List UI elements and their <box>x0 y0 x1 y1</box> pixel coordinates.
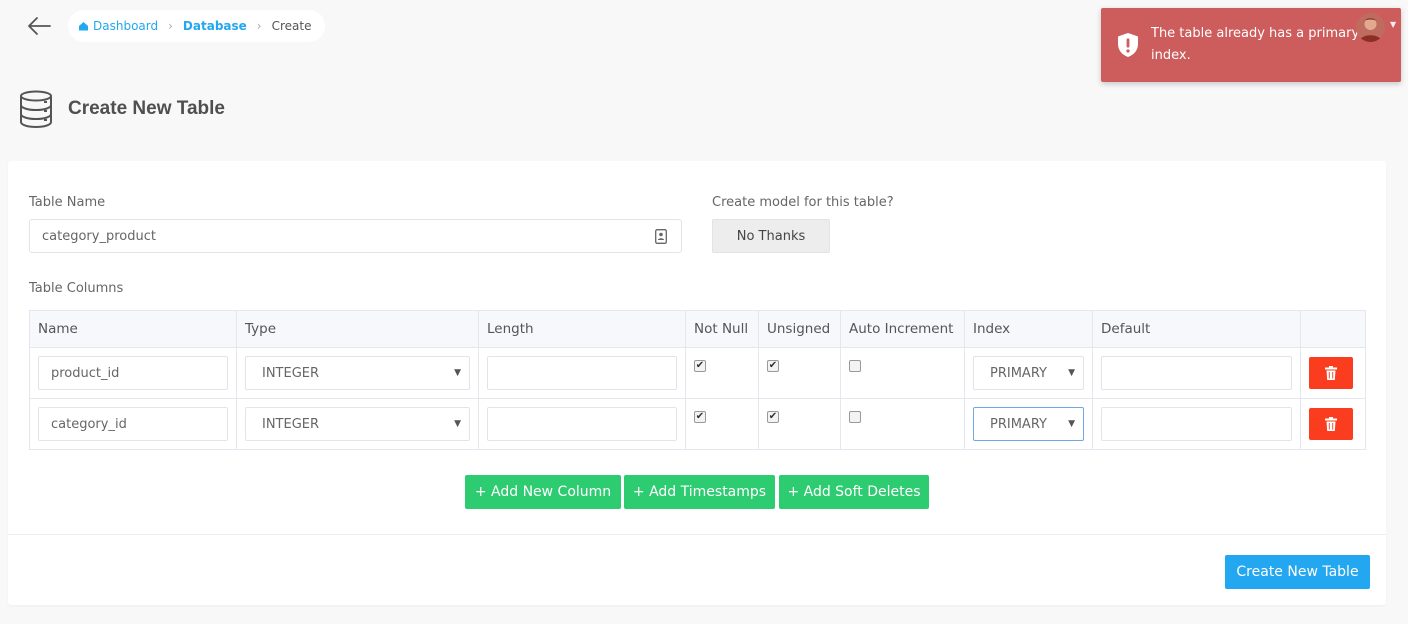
header-name: Name <box>29 310 237 348</box>
header-actions <box>1300 310 1366 348</box>
column-name-input[interactable]: product_id <box>38 356 228 390</box>
table-name-value: category_product <box>42 228 156 244</box>
column-type-select[interactable]: INTEGER ▼ <box>245 407 470 441</box>
table-row: category_id INTEGER ▼ ✔ ✔ PRIMARY ▼ <box>29 398 1366 450</box>
trash-icon <box>1325 366 1337 380</box>
header-not-null: Not Null <box>685 310 759 348</box>
caret-down-icon: ▼ <box>1068 419 1075 429</box>
caret-down-icon: ▼ <box>454 419 461 429</box>
add-new-column-button[interactable]: + Add New Column <box>465 475 621 509</box>
column-type-value: INTEGER <box>262 416 320 432</box>
database-icon <box>20 90 52 128</box>
header-auto-increment: Auto Increment <box>840 310 965 348</box>
add-timestamps-button[interactable]: + Add Timestamps <box>624 475 775 509</box>
dashboard-icon <box>79 22 88 31</box>
toast-message: The table already has a primary index. <box>1151 26 1360 63</box>
column-name-value: category_id <box>51 416 127 432</box>
columns-table-header: Name Type Length Not Null Unsigned Auto … <box>29 310 1366 348</box>
column-index-select[interactable]: PRIMARY ▼ <box>973 356 1084 390</box>
table-name-input[interactable]: category_product <box>29 219 682 253</box>
breadcrumb-dashboard-link[interactable]: Dashboard <box>78 19 158 33</box>
caret-down-icon: ▼ <box>1068 368 1075 378</box>
create-new-table-button[interactable]: Create New Table <box>1225 555 1370 589</box>
breadcrumb-current: Create <box>271 19 312 33</box>
column-default-input[interactable] <box>1101 356 1292 390</box>
columns-table: Name Type Length Not Null Unsigned Auto … <box>29 310 1366 450</box>
column-default-input[interactable] <box>1101 407 1292 441</box>
column-type-value: INTEGER <box>262 365 320 381</box>
back-arrow-icon[interactable] <box>26 14 52 38</box>
column-name-input[interactable]: category_id <box>38 407 228 441</box>
user-avatar[interactable] <box>1356 13 1385 42</box>
create-model-label: Create model for this table? <box>712 195 894 210</box>
add-soft-deletes-button[interactable]: + Add Soft Deletes <box>779 475 929 509</box>
header-length: Length <box>478 310 686 348</box>
shield-alert-icon <box>1118 33 1138 57</box>
unsigned-checkbox[interactable]: ✔ <box>767 411 779 423</box>
auto-increment-checkbox[interactable] <box>849 360 861 372</box>
breadcrumb-separator-icon: › <box>168 19 173 33</box>
panel-divider <box>8 534 1386 535</box>
unsigned-checkbox[interactable]: ✔ <box>767 360 779 372</box>
column-type-select[interactable]: INTEGER ▼ <box>245 356 470 390</box>
trash-icon <box>1325 417 1337 431</box>
not-null-checkbox[interactable]: ✔ <box>694 360 706 372</box>
breadcrumb-dashboard-label: Dashboard <box>93 19 159 33</box>
page-title: Create New Table <box>68 98 225 119</box>
column-length-input[interactable] <box>487 407 677 441</box>
header-index: Index <box>964 310 1093 348</box>
header-type: Type <box>236 310 479 348</box>
column-length-input[interactable] <box>487 356 677 390</box>
delete-column-button[interactable] <box>1309 357 1353 389</box>
delete-column-button[interactable] <box>1309 408 1353 440</box>
header-default: Default <box>1092 310 1301 348</box>
table-columns-label: Table Columns <box>29 281 124 296</box>
auto-increment-checkbox[interactable] <box>849 411 861 423</box>
caret-down-icon: ▼ <box>454 368 461 378</box>
table-name-label: Table Name <box>29 195 106 210</box>
column-index-select[interactable]: PRIMARY ▼ <box>973 407 1084 441</box>
breadcrumb-separator-icon: › <box>256 19 262 33</box>
avatar-dropdown-icon[interactable]: ▼ <box>1390 20 1396 29</box>
no-thanks-toggle-button[interactable]: No Thanks <box>712 219 830 253</box>
breadcrumb-database-link[interactable]: Database <box>183 19 247 33</box>
create-table-panel: Table Name category_product Create model… <box>8 161 1386 605</box>
column-index-value: PRIMARY <box>990 365 1047 381</box>
column-name-value: product_id <box>51 365 120 381</box>
error-toast[interactable]: The table already has a primary index. <box>1101 8 1401 82</box>
table-row: product_id INTEGER ▼ ✔ ✔ PRIMARY ▼ <box>29 347 1366 399</box>
column-index-value: PRIMARY <box>990 416 1047 432</box>
page-header: Create New Table <box>18 90 225 128</box>
breadcrumb: Dashboard › Database › Create <box>68 10 326 42</box>
contact-card-icon <box>655 229 667 244</box>
header-unsigned: Unsigned <box>758 310 841 348</box>
not-null-checkbox[interactable]: ✔ <box>694 411 706 423</box>
